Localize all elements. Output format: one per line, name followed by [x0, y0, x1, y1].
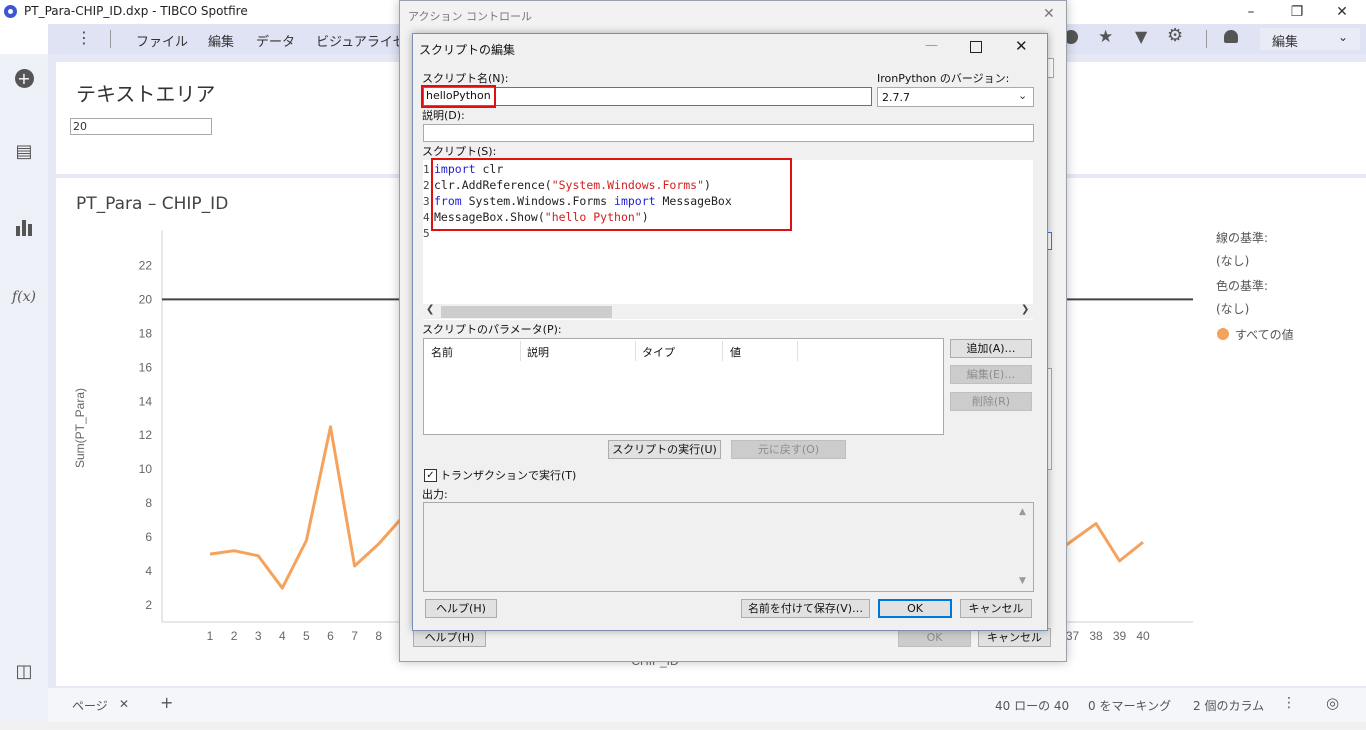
legend-color-basis-label: 色の基準:: [1216, 279, 1269, 293]
y-tick-label: 20: [139, 292, 153, 306]
output-label: 出力:: [422, 488, 448, 501]
legend-swatch: [1217, 328, 1229, 340]
delete-parameter-button[interactable]: 削除(R): [950, 392, 1032, 411]
column-divider: [722, 341, 723, 361]
script-name-label: スクリプト名(N):: [422, 72, 509, 85]
script-params-label: スクリプトのパラメータ(P):: [422, 323, 562, 336]
scroll-left-icon[interactable]: ❮: [426, 304, 434, 315]
row-count: 40 ローの 40: [995, 699, 1070, 713]
x-tick-label: 39: [1113, 629, 1127, 643]
status-more-icon[interactable]: ⋮: [1282, 695, 1296, 711]
y-tick-label: 16: [139, 360, 153, 374]
add-page-icon[interactable]: +: [160, 693, 173, 712]
legend-item-all-values[interactable]: すべての値: [1235, 326, 1294, 343]
highlight-box-code: [431, 158, 792, 231]
run-script-button[interactable]: スクリプトの実行(U): [608, 440, 721, 459]
x-tick-label: 38: [1089, 629, 1103, 643]
dialog-close-icon[interactable]: ✕: [1015, 37, 1028, 55]
description-field[interactable]: [423, 124, 1034, 142]
legend-line-basis-value[interactable]: (なし): [1216, 252, 1249, 269]
window-bottom-edge: [0, 722, 1366, 730]
legend-color-basis-value[interactable]: (なし): [1216, 300, 1249, 317]
ironpython-version-select[interactable]: 2.7.7 ⌄: [877, 87, 1034, 107]
y-tick-label: 22: [139, 258, 153, 272]
action-control-close-icon[interactable]: ✕: [1043, 6, 1055, 22]
action-control-title: アクション コントロール: [408, 10, 532, 23]
help-button[interactable]: ヘルプ(H): [425, 599, 497, 618]
x-tick-label: 1: [207, 629, 214, 643]
ironpython-version-value: 2.7.7: [882, 91, 910, 104]
y-tick-label: 18: [139, 326, 153, 340]
script-editor-title: スクリプトの編集: [419, 43, 516, 57]
output-scroll-up-icon[interactable]: ▲: [1019, 507, 1026, 517]
param-header-name[interactable]: 名前: [431, 344, 453, 360]
dialog-minimize-icon[interactable]: —: [925, 38, 938, 53]
x-tick-label: 2: [231, 629, 238, 643]
param-header-description[interactable]: 説明: [527, 344, 549, 360]
cancel-button[interactable]: キャンセル: [960, 599, 1032, 618]
chevron-down-icon: ⌄: [1018, 89, 1028, 102]
x-tick-label: 4: [279, 629, 286, 643]
marking-count: 0 をマーキング: [1088, 699, 1172, 713]
x-tick-label: 37: [1066, 629, 1080, 643]
output-scroll-down-icon[interactable]: ▼: [1019, 576, 1026, 586]
ironpython-version-label: IronPython のバージョン:: [877, 72, 1010, 85]
add-parameter-button[interactable]: 追加(A)…: [950, 339, 1032, 358]
transaction-label: トランザクションで実行(T): [440, 469, 577, 482]
x-tick-label: 40: [1136, 629, 1150, 643]
ok-button[interactable]: OK: [878, 599, 952, 618]
series-line-left: [209, 425, 404, 590]
scroll-right-icon[interactable]: ❯: [1021, 304, 1029, 315]
page-tab[interactable]: ページ: [72, 697, 108, 714]
undo-button[interactable]: 元に戻す(O): [731, 440, 846, 459]
edit-parameter-button[interactable]: 編集(E)…: [950, 365, 1032, 384]
param-header-value[interactable]: 値: [730, 344, 741, 360]
dialog-maximize-icon[interactable]: [970, 41, 982, 53]
column-divider: [797, 341, 798, 361]
x-tick-label: 7: [351, 629, 358, 643]
y-tick-label: 8: [145, 496, 152, 510]
save-as-button[interactable]: 名前を付けて保存(V)…: [741, 599, 870, 618]
param-header-type[interactable]: タイプ: [642, 344, 675, 360]
scrollbar-thumb[interactable]: [441, 306, 612, 318]
script-params-table[interactable]: [423, 338, 944, 435]
x-tick-label: 3: [255, 629, 262, 643]
y-tick-label: 4: [145, 564, 152, 578]
x-tick-label: 6: [327, 629, 334, 643]
column-count: 2 個のカラム: [1193, 699, 1265, 713]
x-tick-label: 8: [375, 629, 382, 643]
y-tick-label: 14: [139, 394, 153, 408]
x-tick-label: 5: [303, 629, 310, 643]
y-tick-label: 12: [139, 428, 153, 442]
script-label: スクリプト(S):: [422, 145, 497, 158]
column-divider: [635, 341, 636, 361]
transaction-checkbox[interactable]: ✓: [424, 469, 437, 482]
legend-line-basis-label: 線の基準:: [1216, 231, 1269, 245]
highlight-box-name: [421, 85, 496, 108]
y-tick-label: 10: [139, 462, 153, 476]
y-axis-label: Sum(PT_Para): [73, 388, 87, 468]
y-tick-label: 2: [145, 598, 152, 612]
column-divider: [520, 341, 521, 361]
globe-icon[interactable]: ◎: [1326, 694, 1339, 712]
description-label: 説明(D):: [422, 109, 465, 122]
output-box[interactable]: [423, 502, 1034, 592]
close-page-icon[interactable]: ✕: [119, 697, 129, 711]
y-tick-label: 6: [145, 530, 152, 544]
